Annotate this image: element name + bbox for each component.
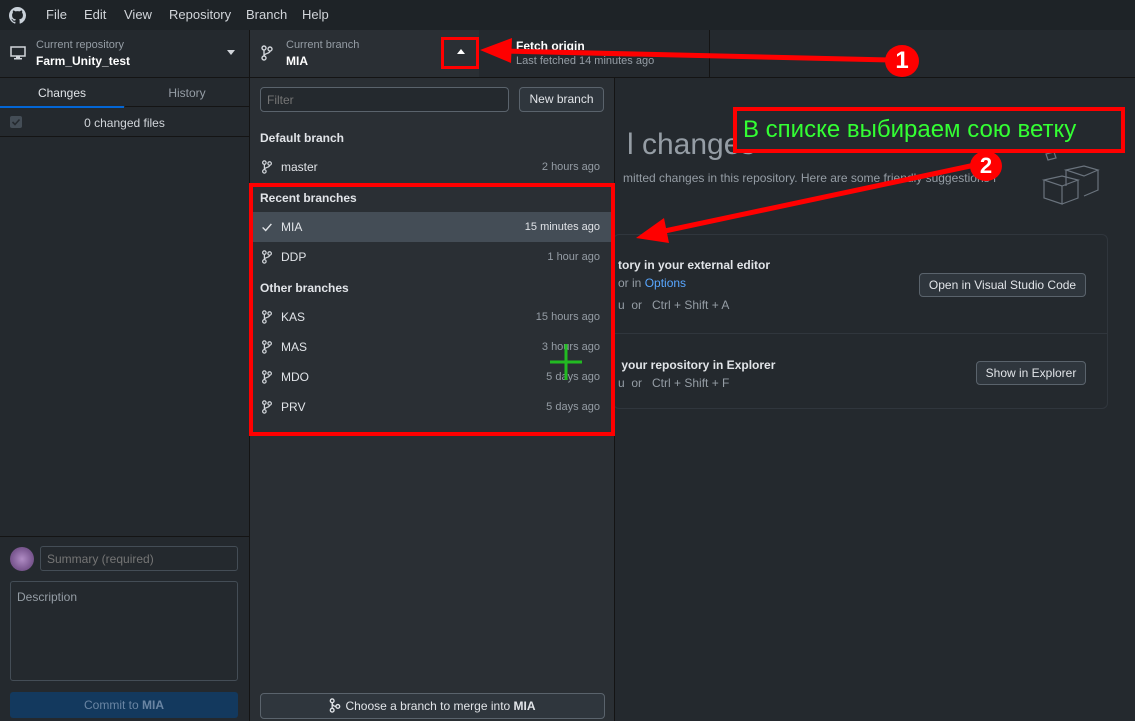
annotation-arrows xyxy=(480,38,976,380)
arrow-2-icon xyxy=(636,162,976,243)
cursor-crosshair-icon xyxy=(550,344,582,380)
annotation-marker-1: 1 xyxy=(885,45,919,77)
arrow-1-icon xyxy=(480,38,891,63)
annotation-marker-2: 2 xyxy=(970,151,1002,181)
